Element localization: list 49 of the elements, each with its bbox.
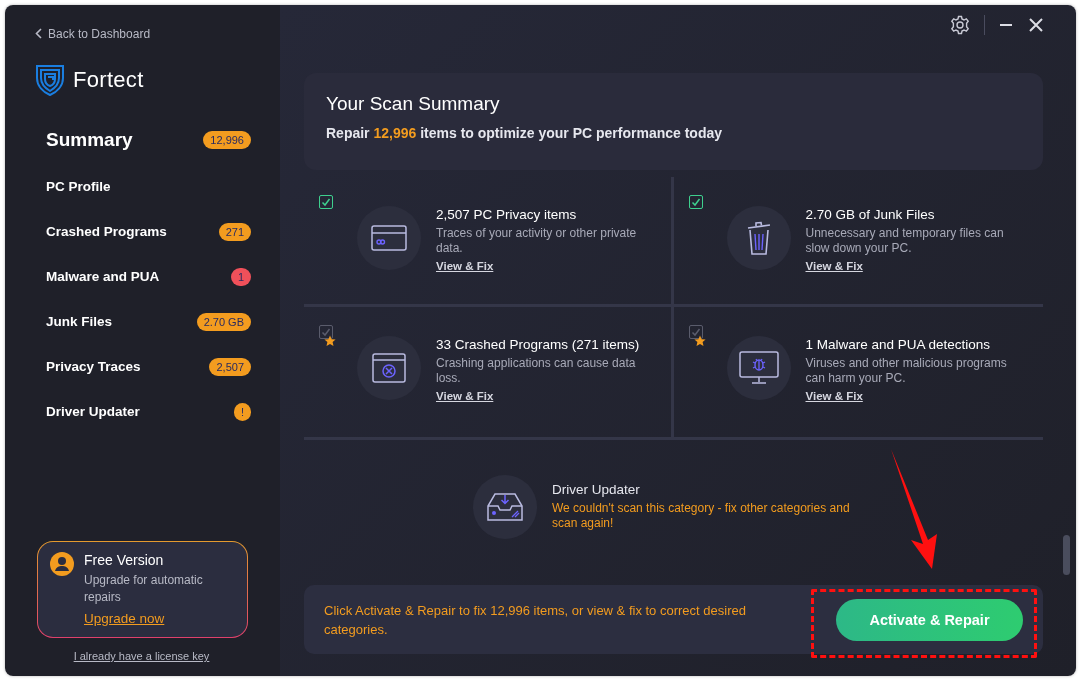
sidebar-item[interactable]: Malware and PUA 1 <box>41 254 251 299</box>
category-title: 33 Crashed Programs (271 items) <box>436 337 641 352</box>
view-fix-link[interactable]: View & Fix <box>436 260 494 272</box>
count-badge: ! <box>233 402 251 421</box>
upgrade-link[interactable]: Upgrade now <box>84 611 165 626</box>
category-text: Unnecessary and temporary files can slow down your PC. <box>805 226 1005 256</box>
sidebar-item[interactable]: Driver Updater ! <box>41 389 251 434</box>
app-window-error-icon <box>372 353 406 383</box>
plan-text: Upgrade for automatic repairs <box>84 572 204 606</box>
footer-text: Click Activate & Repair to fix 12,996 items, or view & fix to correct desired categories. <box>324 601 747 639</box>
count-badge: 2.70 GB <box>196 312 251 331</box>
plan-title: Free Version <box>84 552 165 568</box>
monitor-bug-icon <box>738 351 779 385</box>
license-link[interactable]: I already have a license key <box>73 650 210 662</box>
view-fix-link[interactable]: View & Fix <box>805 390 863 402</box>
user-avatar-icon <box>50 552 74 576</box>
logo-text: Fortect <box>73 67 144 93</box>
summary-title: Your Scan Summary <box>326 93 501 115</box>
category-text: Traces of your activity or other private data. <box>436 226 638 256</box>
category-title: 2.70 GB of Junk Files <box>805 207 936 222</box>
credit-card-icon <box>371 225 407 251</box>
scrollbar-thumb[interactable] <box>1063 535 1070 575</box>
settings-icon[interactable] <box>950 15 970 35</box>
driver-warning: We couldn't scan this category - fix other categories and scan again! <box>552 501 851 531</box>
view-fix-link[interactable]: View & Fix <box>436 390 494 402</box>
shield-logo-icon <box>35 64 65 96</box>
category-text: Crashing applications can cause data loss. <box>436 356 637 386</box>
back-link[interactable]: Back to Dashboard <box>35 25 151 42</box>
drive-download-icon <box>487 491 523 522</box>
view-fix-link[interactable]: View & Fix <box>805 260 863 272</box>
sidebar-item[interactable]: PC Profile <box>41 164 251 209</box>
checkbox[interactable] <box>688 195 703 209</box>
checkbox[interactable] <box>319 195 333 209</box>
count-badge: 2,507 <box>209 357 251 376</box>
trash-can-icon <box>745 220 772 256</box>
sidebar-item[interactable]: Crashed Programs 271 <box>41 209 251 254</box>
sidebar-item[interactable]: Junk Files 2.70 GB <box>41 299 251 344</box>
count-badge: 271 <box>218 222 251 241</box>
category-title: 1 Malware and PUA detections <box>805 337 992 352</box>
summary-subtitle: Repair 12,996 items to optimize your PC performance today <box>326 125 724 141</box>
sidebar-item[interactable]: Privacy Traces 2,507 <box>41 344 251 389</box>
close-icon[interactable] <box>1029 18 1043 32</box>
sidebar-item[interactable]: Summary 12,996 <box>41 116 251 164</box>
driver-title: Driver Updater <box>552 482 641 497</box>
count-badge: 12,996 <box>203 131 251 149</box>
category-text: Viruses and other malicious programs can harm your PC. <box>805 356 1008 386</box>
chevron-left-icon <box>35 28 42 39</box>
category-title: 2,507 PC Privacy items <box>436 207 578 222</box>
count-badge: 1 <box>230 267 251 286</box>
